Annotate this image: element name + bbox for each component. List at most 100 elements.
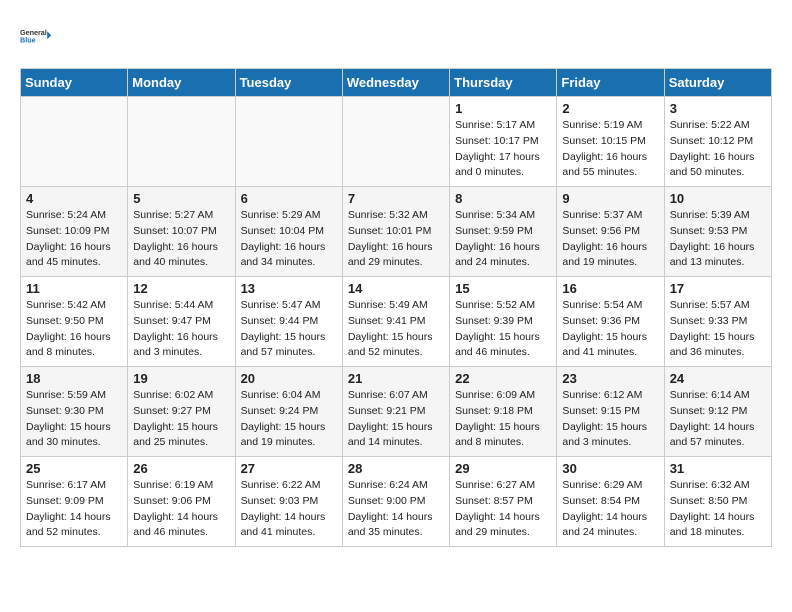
logo: GeneralBlue xyxy=(20,20,52,52)
calendar-cell xyxy=(21,97,128,187)
day-number: 12 xyxy=(133,281,229,296)
day-detail: Sunrise: 5:57 AMSunset: 9:33 PMDaylight:… xyxy=(670,298,766,361)
calendar-cell: 16 Sunrise: 5:54 AMSunset: 9:36 PMDayligh… xyxy=(557,277,664,367)
day-detail: Sunrise: 5:52 AMSunset: 9:39 PMDaylight:… xyxy=(455,298,551,361)
calendar-cell: 31 Sunrise: 6:32 AMSunset: 8:50 PMDayligh… xyxy=(664,457,771,547)
day-detail: Sunrise: 6:07 AMSunset: 9:21 PMDaylight:… xyxy=(348,388,444,451)
day-number: 2 xyxy=(562,101,658,116)
day-detail: Sunrise: 5:19 AMSunset: 10:15 PMDaylight… xyxy=(562,118,658,181)
day-detail: Sunrise: 5:49 AMSunset: 9:41 PMDaylight:… xyxy=(348,298,444,361)
calendar-cell: 4Sunrise: 5:24 AMSunset: 10:09 PMDayligh… xyxy=(21,187,128,277)
week-row-5: 25 Sunrise: 6:17 AMSunset: 9:09 PMDayligh… xyxy=(21,457,772,547)
day-detail: Sunrise: 6:19 AMSunset: 9:06 PMDaylight:… xyxy=(133,478,229,541)
calendar-cell: 1 Sunrise: 5:17 AMSunset: 10:17 PMDayligh… xyxy=(450,97,557,187)
day-detail: Sunrise: 6:29 AMSunset: 8:54 PMDaylight:… xyxy=(562,478,658,541)
calendar-cell: 23 Sunrise: 6:12 AMSunset: 9:15 PMDayligh… xyxy=(557,367,664,457)
day-detail: Sunrise: 6:02 AMSunset: 9:27 PMDaylight:… xyxy=(133,388,229,451)
calendar-cell: 25 Sunrise: 6:17 AMSunset: 9:09 PMDayligh… xyxy=(21,457,128,547)
calendar-cell: 9 Sunrise: 5:37 AMSunset: 9:56 PMDaylight… xyxy=(557,187,664,277)
day-number: 27 xyxy=(241,461,337,476)
day-detail: Sunrise: 5:22 AMSunset: 10:12 PMDaylight… xyxy=(670,118,766,181)
day-detail: Sunrise: 5:29 AMSunset: 10:04 PMDaylight… xyxy=(241,208,337,271)
day-number: 15 xyxy=(455,281,551,296)
calendar-cell: 7Sunrise: 5:32 AMSunset: 10:01 PMDayligh… xyxy=(342,187,449,277)
calendar-cell: 26 Sunrise: 6:19 AMSunset: 9:06 PMDayligh… xyxy=(128,457,235,547)
day-number: 3 xyxy=(670,101,766,116)
calendar-cell: 12 Sunrise: 5:44 AMSunset: 9:47 PMDayligh… xyxy=(128,277,235,367)
calendar-cell: 8Sunrise: 5:34 AMSunset: 9:59 PMDaylight… xyxy=(450,187,557,277)
day-number: 1 xyxy=(455,101,551,116)
day-number: 26 xyxy=(133,461,229,476)
day-detail: Sunrise: 6:09 AMSunset: 9:18 PMDaylight:… xyxy=(455,388,551,451)
calendar-cell: 17 Sunrise: 5:57 AMSunset: 9:33 PMDayligh… xyxy=(664,277,771,367)
week-row-1: 1 Sunrise: 5:17 AMSunset: 10:17 PMDayligh… xyxy=(21,97,772,187)
day-detail: Sunrise: 5:42 AMSunset: 9:50 PMDaylight:… xyxy=(26,298,122,361)
week-row-4: 18Sunrise: 5:59 AMSunset: 9:30 PMDayligh… xyxy=(21,367,772,457)
day-detail: Sunrise: 6:32 AMSunset: 8:50 PMDaylight:… xyxy=(670,478,766,541)
day-detail: Sunrise: 5:17 AMSunset: 10:17 PMDaylight… xyxy=(455,118,551,181)
day-number: 20 xyxy=(241,371,337,386)
day-detail: Sunrise: 5:37 AMSunset: 9:56 PMDaylight:… xyxy=(562,208,658,271)
calendar-cell: 29Sunrise: 6:27 AMSunset: 8:57 PMDayligh… xyxy=(450,457,557,547)
calendar-cell: 14 Sunrise: 5:49 AMSunset: 9:41 PMDayligh… xyxy=(342,277,449,367)
day-number: 6 xyxy=(241,191,337,206)
day-detail: Sunrise: 6:22 AMSunset: 9:03 PMDaylight:… xyxy=(241,478,337,541)
day-header-sunday: Sunday xyxy=(21,69,128,97)
day-number: 22 xyxy=(455,371,551,386)
day-number: 30 xyxy=(562,461,658,476)
calendar-cell: 22 Sunrise: 6:09 AMSunset: 9:18 PMDayligh… xyxy=(450,367,557,457)
day-header-friday: Friday xyxy=(557,69,664,97)
day-detail: Sunrise: 5:39 AMSunset: 9:53 PMDaylight:… xyxy=(670,208,766,271)
day-header-thursday: Thursday xyxy=(450,69,557,97)
calendar-cell xyxy=(128,97,235,187)
day-number: 11 xyxy=(26,281,122,296)
calendar-cell: 15 Sunrise: 5:52 AMSunset: 9:39 PMDayligh… xyxy=(450,277,557,367)
day-number: 7 xyxy=(348,191,444,206)
day-number: 9 xyxy=(562,191,658,206)
week-row-2: 4Sunrise: 5:24 AMSunset: 10:09 PMDayligh… xyxy=(21,187,772,277)
day-detail: Sunrise: 6:12 AMSunset: 9:15 PMDaylight:… xyxy=(562,388,658,451)
day-number: 10 xyxy=(670,191,766,206)
calendar-cell xyxy=(235,97,342,187)
calendar-cell: 6 Sunrise: 5:29 AMSunset: 10:04 PMDayligh… xyxy=(235,187,342,277)
week-row-3: 11 Sunrise: 5:42 AMSunset: 9:50 PMDayligh… xyxy=(21,277,772,367)
day-header-monday: Monday xyxy=(128,69,235,97)
calendar-cell: 19 Sunrise: 6:02 AMSunset: 9:27 PMDayligh… xyxy=(128,367,235,457)
logo-icon: GeneralBlue xyxy=(20,20,52,52)
day-number: 31 xyxy=(670,461,766,476)
calendar-cell: 11 Sunrise: 5:42 AMSunset: 9:50 PMDayligh… xyxy=(21,277,128,367)
day-detail: Sunrise: 6:04 AMSunset: 9:24 PMDaylight:… xyxy=(241,388,337,451)
day-number: 28 xyxy=(348,461,444,476)
day-header-saturday: Saturday xyxy=(664,69,771,97)
day-number: 25 xyxy=(26,461,122,476)
day-detail: Sunrise: 5:47 AMSunset: 9:44 PMDaylight:… xyxy=(241,298,337,361)
day-number: 14 xyxy=(348,281,444,296)
day-number: 21 xyxy=(348,371,444,386)
calendar-cell xyxy=(342,97,449,187)
calendar-cell: 28 Sunrise: 6:24 AMSunset: 9:00 PMDayligh… xyxy=(342,457,449,547)
calendar-cell: 18Sunrise: 5:59 AMSunset: 9:30 PMDayligh… xyxy=(21,367,128,457)
day-detail: Sunrise: 5:44 AMSunset: 9:47 PMDaylight:… xyxy=(133,298,229,361)
calendar-cell: 21 Sunrise: 6:07 AMSunset: 9:21 PMDayligh… xyxy=(342,367,449,457)
day-detail: Sunrise: 6:17 AMSunset: 9:09 PMDaylight:… xyxy=(26,478,122,541)
day-number: 23 xyxy=(562,371,658,386)
calendar-cell: 2 Sunrise: 5:19 AMSunset: 10:15 PMDayligh… xyxy=(557,97,664,187)
day-number: 19 xyxy=(133,371,229,386)
day-detail: Sunrise: 6:24 AMSunset: 9:00 PMDaylight:… xyxy=(348,478,444,541)
svg-text:Blue: Blue xyxy=(20,35,36,44)
day-detail: Sunrise: 5:59 AMSunset: 9:30 PMDaylight:… xyxy=(26,388,122,451)
calendar-table: SundayMondayTuesdayWednesdayThursdayFrid… xyxy=(20,68,772,547)
calendar-cell: 20 Sunrise: 6:04 AMSunset: 9:24 PMDayligh… xyxy=(235,367,342,457)
day-number: 8 xyxy=(455,191,551,206)
day-number: 16 xyxy=(562,281,658,296)
calendar-cell: 24Sunrise: 6:14 AMSunset: 9:12 PMDayligh… xyxy=(664,367,771,457)
day-number: 5 xyxy=(133,191,229,206)
day-number: 17 xyxy=(670,281,766,296)
calendar-cell: 10 Sunrise: 5:39 AMSunset: 9:53 PMDayligh… xyxy=(664,187,771,277)
calendar-header-row: SundayMondayTuesdayWednesdayThursdayFrid… xyxy=(21,69,772,97)
page-header: GeneralBlue xyxy=(20,20,772,52)
day-number: 4 xyxy=(26,191,122,206)
day-detail: Sunrise: 5:27 AMSunset: 10:07 PMDaylight… xyxy=(133,208,229,271)
day-detail: Sunrise: 5:54 AMSunset: 9:36 PMDaylight:… xyxy=(562,298,658,361)
day-header-wednesday: Wednesday xyxy=(342,69,449,97)
